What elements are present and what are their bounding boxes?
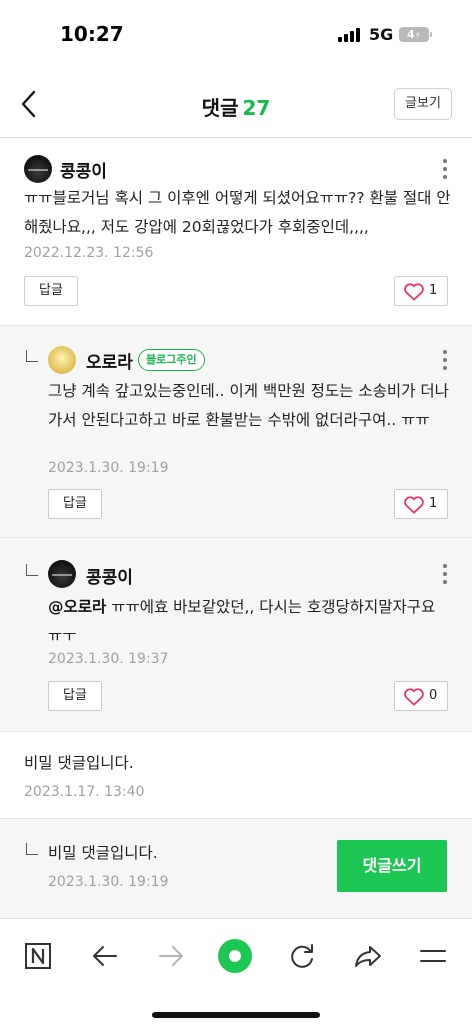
reply-item: 콩콩이 @오로라 ㅠㅠ에효 바보같았던,, 다시는 호갱당하지말자구요 ㅠㅜ 2… [0, 538, 472, 731]
secret-reply: 비밀 댓글입니다. 2023.1.30. 19:19 댓글쓰기 [0, 819, 472, 918]
back-arrow-icon[interactable] [85, 935, 125, 975]
comment-text: ㅠㅠ블로거님 혹시 그 이후엔 어떻게 되셨어요ㅠㅠ?? 환불 절대 안해줬나요… [24, 189, 451, 236]
network-label: 5G [369, 25, 394, 44]
comment-text: 비밀 댓글입니다. [24, 754, 134, 772]
forward-arrow-icon[interactable] [151, 935, 191, 975]
battery-icon: 4⚡ [399, 27, 429, 42]
reply-item: 오로라 블로그주인 그냥 계속 갚고있는중인데.. 이게 백만원 정도는 소송비… [0, 326, 472, 537]
home-circle-icon[interactable] [215, 935, 255, 975]
like-button[interactable]: 1 [394, 276, 448, 306]
comment-author[interactable]: 콩콩이 [60, 157, 107, 182]
naver-n-icon[interactable] [18, 935, 58, 975]
like-count: 1 [429, 283, 438, 298]
avatar[interactable] [48, 560, 76, 588]
page-title-text: 댓글 [201, 96, 239, 120]
comment-author[interactable]: 콩콩이 [86, 563, 133, 588]
comment-text: 그냥 계속 갚고있는중인데.. 이게 백만원 정도는 소송비가 더나가서 안된다… [48, 382, 449, 429]
more-options-icon[interactable] [438, 350, 452, 372]
heart-icon [404, 496, 424, 514]
reply-button[interactable]: 답글 [48, 681, 102, 711]
reply-button[interactable]: 답글 [48, 489, 102, 519]
refresh-icon[interactable] [282, 935, 322, 975]
home-indicator[interactable] [152, 1012, 320, 1018]
like-button[interactable]: 0 [394, 681, 448, 711]
comment-date: 2023.1.17. 13:40 [24, 784, 145, 800]
avatar[interactable] [48, 346, 76, 374]
status-time: 10:27 [60, 22, 124, 46]
like-count: 0 [429, 688, 438, 703]
bottom-toolbar [0, 918, 472, 1024]
more-options-icon[interactable] [438, 564, 452, 586]
share-icon[interactable] [348, 935, 388, 975]
menu-icon[interactable] [413, 935, 453, 975]
comment-date: 2023.1.30. 19:19 [48, 460, 169, 476]
comment-count: 27 [242, 96, 271, 120]
heart-icon [404, 283, 424, 301]
mention-link[interactable]: @오로라 [48, 598, 106, 616]
comment-text: 비밀 댓글입니다. [48, 844, 158, 862]
comment-date: 2023.1.30. 19:37 [48, 651, 169, 667]
view-post-button[interactable]: 글보기 [394, 88, 452, 120]
like-button[interactable]: 1 [394, 489, 448, 519]
comment-author[interactable]: 오로라 [86, 348, 133, 373]
reply-indent-icon [26, 843, 38, 855]
signal-icon [338, 26, 362, 42]
comments-header: 댓글 27 글보기 [0, 70, 472, 138]
status-bar: 10:27 5G 4⚡ [0, 0, 472, 70]
reply-indent-icon [26, 564, 38, 576]
secret-comment: 비밀 댓글입니다. 2023.1.17. 13:40 [0, 732, 472, 818]
heart-icon [404, 688, 424, 706]
blog-owner-badge: 블로그주인 [138, 349, 205, 371]
write-comment-button[interactable]: 댓글쓰기 [337, 840, 447, 892]
comment-text: @오로라 ㅠㅠ에효 바보같았던,, 다시는 호갱당하지말자구요 ㅠㅜ [48, 593, 453, 651]
comment-date: 2023.1.30. 19:19 [48, 874, 169, 890]
like-count: 1 [429, 496, 438, 511]
battery-level: 4 [407, 28, 415, 41]
avatar[interactable] [24, 155, 52, 183]
reply-text: ㅠㅠ에효 바보같았던,, 다시는 호갱당하지말자구요 ㅠㅜ [48, 598, 436, 645]
comment-item: 콩콩이 ㅠㅠ블로거님 혹시 그 이후엔 어떻게 되셨어요ㅠㅠ?? 환불 절대 안… [0, 139, 472, 325]
more-options-icon[interactable] [438, 159, 452, 181]
reply-button[interactable]: 답글 [24, 276, 78, 306]
comment-date: 2022.12.23. 12:56 [24, 245, 154, 261]
reply-indent-icon [26, 350, 38, 362]
